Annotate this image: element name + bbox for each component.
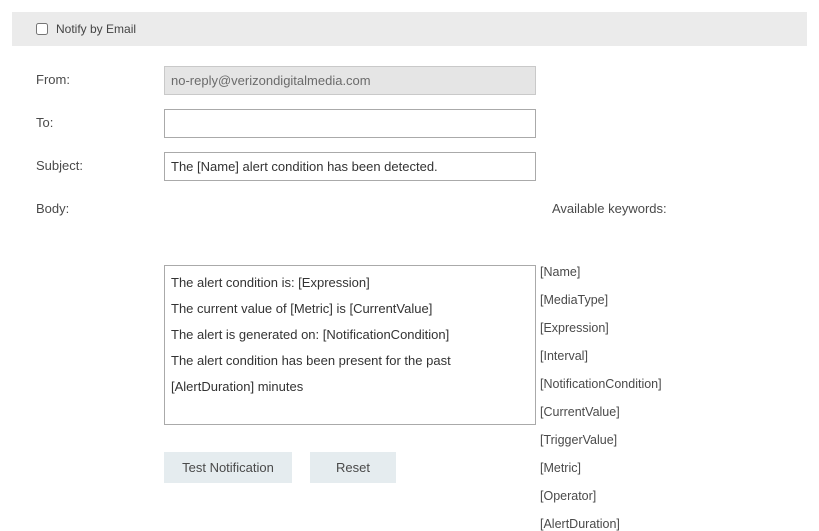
- body-textarea[interactable]: [164, 265, 536, 425]
- reset-button[interactable]: Reset: [310, 452, 396, 483]
- available-keywords-title: Available keywords:: [552, 195, 667, 216]
- to-field-wrap: [164, 109, 536, 138]
- keyword-item: [TriggerValue]: [540, 433, 662, 447]
- keyword-item: [Name]: [540, 265, 662, 279]
- subject-field-wrap: [164, 152, 536, 181]
- keyword-item: [Operator]: [540, 489, 662, 503]
- notify-by-email-label[interactable]: Notify by Email: [56, 22, 136, 36]
- from-field-wrap: [164, 66, 536, 95]
- keywords-panel: Available keywords: [Name] [MediaType] […: [536, 195, 807, 428]
- email-form: From: To: Subject: Body: Available keywo…: [0, 46, 819, 503]
- from-label: From:: [36, 66, 164, 95]
- subject-label: Subject:: [36, 152, 164, 181]
- keyword-item: [Expression]: [540, 321, 662, 335]
- body-field-wrap: [164, 195, 536, 428]
- subject-input[interactable]: [164, 152, 536, 181]
- notify-header: Notify by Email: [12, 12, 807, 46]
- keyword-item: [CurrentValue]: [540, 405, 662, 419]
- test-notification-button[interactable]: Test Notification: [164, 452, 292, 483]
- from-input: [164, 66, 536, 95]
- keyword-item: [MediaType]: [540, 293, 662, 307]
- keywords-list: [Name] [MediaType] [Expression] [Interva…: [540, 265, 662, 531]
- button-row: Test Notification Reset: [164, 452, 536, 483]
- notify-by-email-checkbox[interactable]: [36, 23, 48, 35]
- to-input[interactable]: [164, 109, 536, 138]
- keyword-item: [AlertDuration]: [540, 517, 662, 531]
- keyword-item: [Metric]: [540, 461, 662, 475]
- keyword-item: [Interval]: [540, 349, 662, 363]
- body-label: Body:: [36, 195, 164, 428]
- keyword-item: [NotificationCondition]: [540, 377, 662, 391]
- to-label: To:: [36, 109, 164, 138]
